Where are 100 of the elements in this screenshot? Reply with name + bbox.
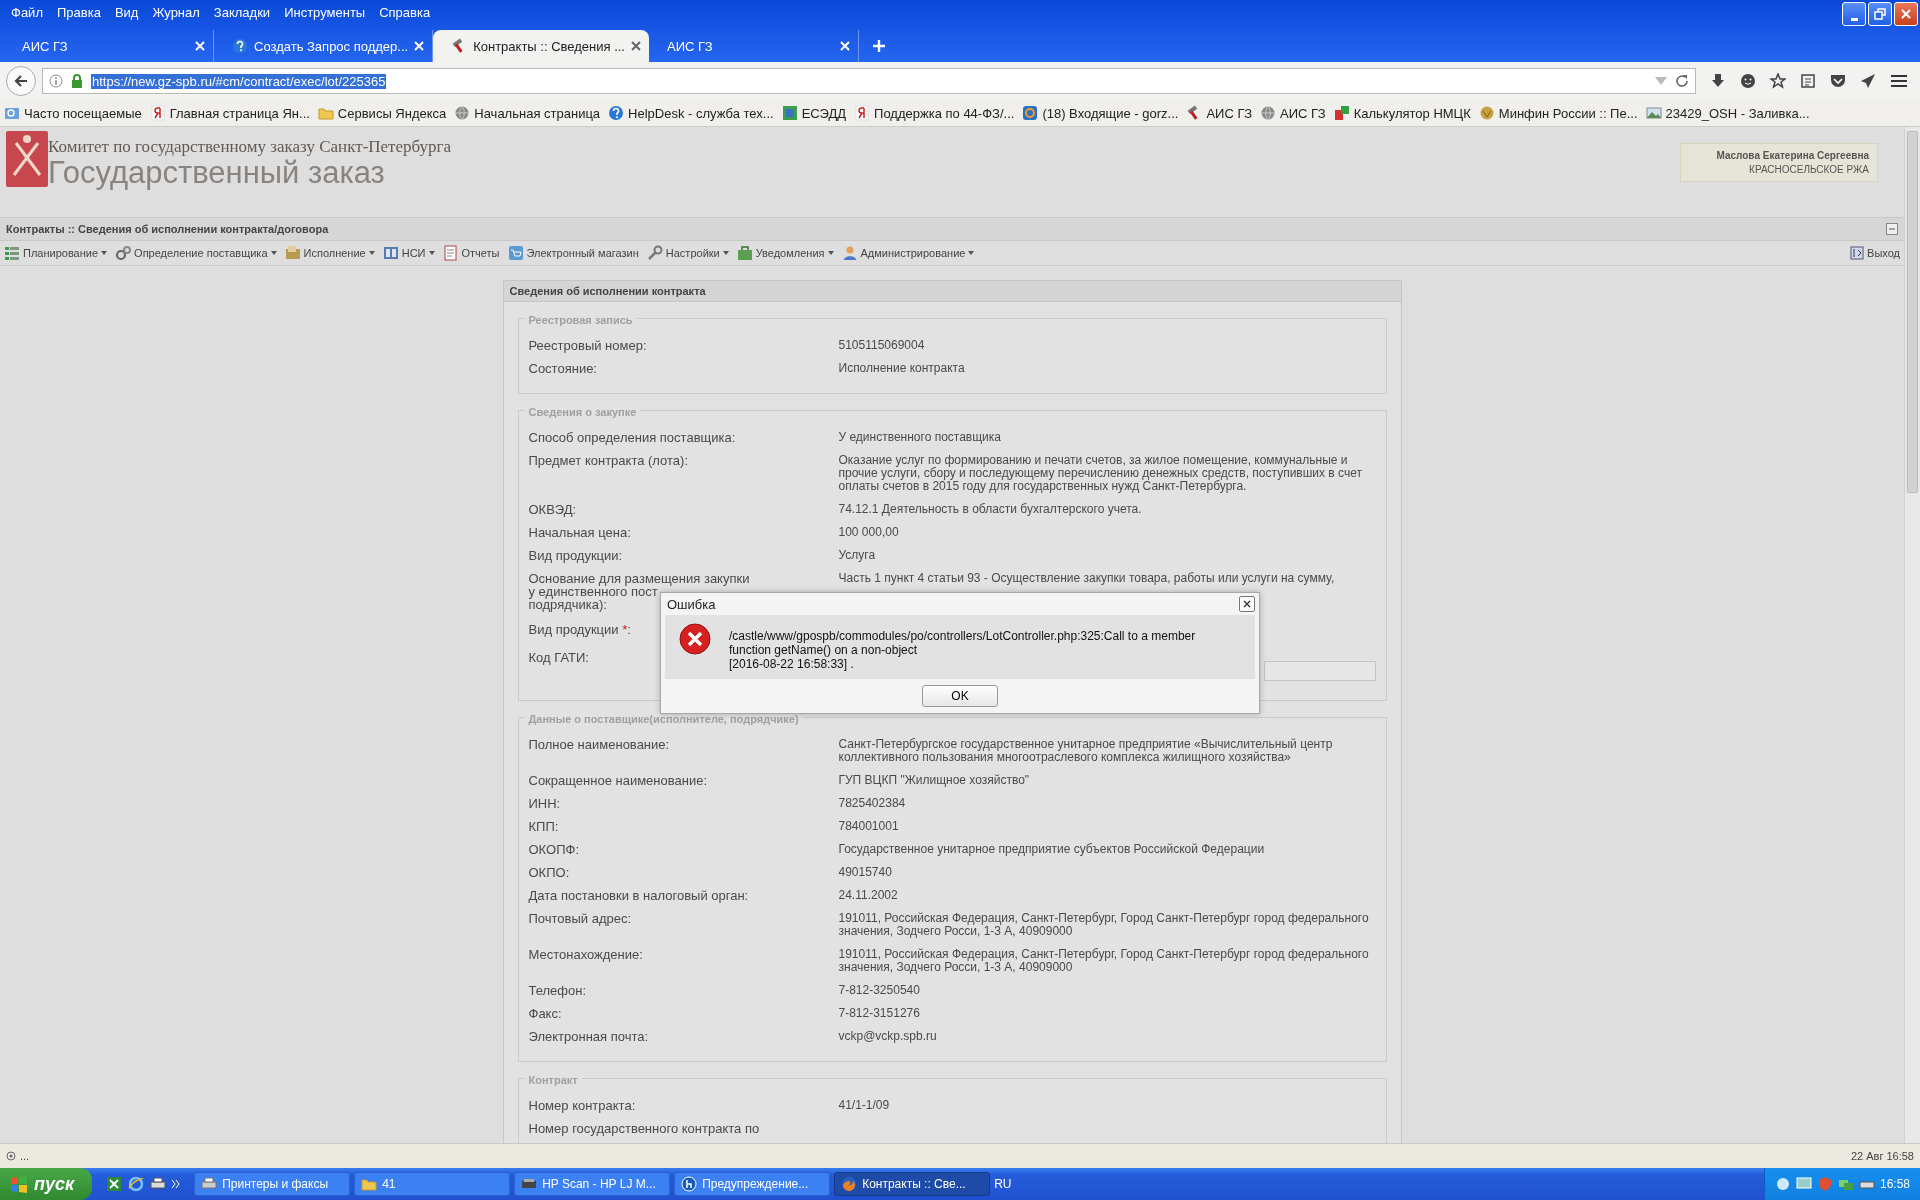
menu-item[interactable]: Вид — [107, 4, 146, 20]
help-icon — [232, 38, 248, 54]
field-label: ОКОПФ: — [528, 843, 579, 856]
toolbar-label: Исполнение — [303, 247, 366, 259]
page-title: Контракты :: Сведения об исполнении контракта/договора — [6, 223, 329, 235]
field-value: 7825402384 — [838, 797, 907, 810]
menu-item[interactable]: Закладки — [206, 4, 278, 20]
menu-item[interactable]: Файл — [4, 4, 50, 20]
smiley-icon[interactable] — [1740, 73, 1756, 89]
bookmark-item[interactable]: Сервисы Яндекса — [317, 105, 447, 121]
field-label: у единственного пост — [528, 585, 658, 598]
task-label: Принтеры и факсы — [222, 1177, 329, 1191]
field-label: Полное наименование: — [528, 738, 670, 754]
section-legend: Контракт — [524, 1074, 582, 1086]
menu-item[interactable]: Правка — [49, 4, 108, 20]
reading-list-icon[interactable] — [1800, 73, 1816, 89]
document-icon — [442, 245, 459, 261]
field-value: 7-812-3250540 — [838, 984, 921, 997]
field-label: ОКВЭД: — [528, 503, 577, 516]
logout-button[interactable]: Выход — [1850, 246, 1900, 260]
menu-item[interactable]: Инструменты — [277, 4, 373, 20]
field-value: 7-812-3151276 — [838, 1007, 921, 1020]
star-icon[interactable] — [1770, 73, 1786, 89]
bookmark-label: ЕСЭДД — [801, 105, 847, 121]
status-icon — [6, 1151, 16, 1161]
spreadsheet-icon[interactable] — [106, 1176, 123, 1192]
field-label: Способ определения поставщика: — [528, 431, 736, 444]
menu-item[interactable]: Журнал — [145, 4, 207, 20]
user-unit: КРАСНОСЕЛЬСКОЕ РЖА — [1749, 164, 1869, 175]
address-field[interactable]: https://new.gz-spb.ru/#cm/contract/exec/lot/225365 — [42, 68, 1696, 94]
folder-icon — [317, 105, 334, 121]
reload-icon[interactable] — [1675, 74, 1689, 88]
clock: 16:58 — [1879, 1177, 1910, 1191]
close-button[interactable] — [1239, 596, 1255, 612]
bookmark-item[interactable]: ЕСЭДД — [781, 105, 847, 121]
field-label: Основание для размещения закупки — [528, 572, 750, 585]
scrollbar-thumb[interactable] — [1907, 131, 1918, 493]
field-label: Номер контракта: — [528, 1099, 636, 1112]
taskbar-button[interactable]: Предупреждение... — [674, 1172, 831, 1196]
field-value: Санкт-Петербургское государственное унитарное предприятие «Вычислительный центр коллективного пользования многоотраслевого комплекса жилищного хозяйства» — [838, 738, 1334, 764]
tray-icon[interactable] — [1774, 1176, 1791, 1192]
toolbar-menu[interactable]: Отчеты — [442, 245, 500, 261]
restore-button[interactable] — [1868, 2, 1892, 26]
status-datetime: 22 Авг 16:58 — [1850, 1150, 1914, 1162]
taskbar-button[interactable]: HP Scan - HP LJ M... — [514, 1172, 671, 1196]
mail-icon — [1022, 105, 1039, 121]
restore-icon — [1874, 8, 1886, 20]
toolbar-menu[interactable]: Уведомления — [736, 245, 834, 261]
taskbar-button[interactable]: Контракты :: Све... — [834, 1172, 991, 1196]
globe-icon — [1260, 105, 1277, 121]
download-icon[interactable] — [1710, 73, 1726, 89]
toolbar-menu[interactable]: Определение поставщика — [115, 245, 277, 261]
close-icon[interactable] — [631, 41, 641, 51]
browser-icon[interactable] — [128, 1176, 145, 1192]
toolbar-menu[interactable]: Планирование — [4, 245, 108, 261]
field-label: Состояние: — [528, 362, 597, 375]
minimize-icon — [1850, 17, 1858, 21]
toolbar-menu[interactable]: Администрирование — [841, 245, 975, 261]
toolbar-menu[interactable]: Исполнение — [284, 245, 375, 261]
section-legend: Данные о поставщике(исполнителе, подрядчике) — [524, 713, 803, 725]
field-value: Исполнение контракта — [838, 362, 966, 375]
field-label: Предмет контракта (лота): — [528, 454, 689, 470]
task-label: 41 — [382, 1177, 396, 1191]
collapse-icon[interactable] — [1886, 223, 1898, 235]
monitor-icon[interactable] — [1795, 1176, 1812, 1192]
section-legend: Реестровая запись — [524, 314, 637, 326]
section-legend: Сведения о закупке — [524, 406, 641, 418]
scrollbar[interactable] — [1904, 127, 1920, 1143]
browser-tab[interactable]: Контракты :: Сведения ... — [433, 30, 649, 62]
menu-icon[interactable] — [1890, 73, 1908, 89]
toolbar-menu[interactable]: НСИ — [382, 245, 435, 261]
input-field[interactable] — [1263, 661, 1376, 681]
field-label: Вид продукции: — [528, 549, 623, 562]
toolbar-menu[interactable]: Электронный магазин — [507, 245, 639, 261]
task-label: Контракты :: Све... — [862, 1177, 966, 1191]
bookmark-item[interactable]: АИС ГЗ — [1260, 105, 1326, 121]
ok-button[interactable]: OK — [922, 685, 998, 707]
field-value: 784001001 — [838, 820, 900, 833]
field-label: подрядчика): — [528, 598, 607, 611]
start-button[interactable]: пуск — [0, 1168, 93, 1200]
field-value: 74.12.1 Деятельность в области бухгалтерского учета. — [838, 503, 1143, 516]
chevron-icon[interactable] — [172, 1180, 181, 1188]
send-icon[interactable] — [1860, 73, 1876, 89]
language-indicator[interactable]: RU — [994, 1177, 1020, 1191]
emblem-icon — [1478, 105, 1495, 121]
taskbar-button[interactable]: Принтеры и факсы — [194, 1172, 351, 1196]
lock-icon — [71, 74, 83, 88]
menu-item[interactable]: Справка — [372, 4, 438, 20]
taskbar-button[interactable]: 41 — [354, 1172, 511, 1196]
dialog-title: Ошибка — [667, 596, 716, 612]
help-icon — [608, 105, 625, 121]
pocket-icon[interactable] — [1830, 73, 1846, 89]
field-label: Телефон: — [528, 984, 587, 997]
minimize-button[interactable] — [1842, 2, 1866, 26]
field-value: vckp@vckp.spb.ru — [838, 1030, 938, 1043]
bookmark-item[interactable]: АИС ГЗ — [1186, 105, 1253, 121]
toolbar-menu[interactable]: Настройки — [646, 245, 729, 261]
back-button[interactable] — [6, 66, 36, 96]
plus-icon[interactable] — [873, 40, 885, 52]
folder-icon — [361, 1176, 378, 1192]
